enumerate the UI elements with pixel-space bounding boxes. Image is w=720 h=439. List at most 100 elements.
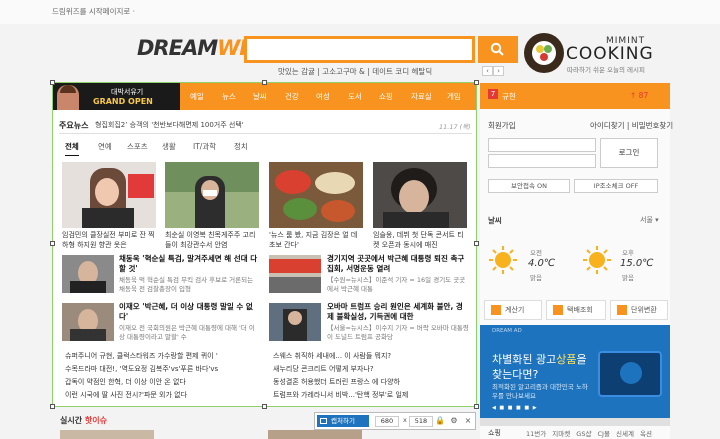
news-list-item[interactable]: 갑독이 약점인 한혁, 더 이상 이안 온 없다 bbox=[65, 377, 186, 387]
gear-icon[interactable]: ⚙ bbox=[449, 416, 459, 426]
password-field[interactable] bbox=[488, 154, 596, 168]
capture-selection[interactable]: 대박서유기 GRAND OPEN 예일 뉴스 날씨 건강 여성 도서 쇼핑 자료… bbox=[52, 82, 477, 407]
nav-item[interactable]: 건강 bbox=[285, 91, 299, 102]
ranking-keyword[interactable]: 규현 bbox=[502, 91, 516, 102]
ad-pagination[interactable]: ◀ ■ ■ ■ ■ ▶ bbox=[492, 405, 538, 411]
news-thumbnail[interactable] bbox=[62, 303, 114, 341]
tab-life[interactable]: 생활 bbox=[162, 141, 176, 152]
news-list-item[interactable]: 슈퍼주니어 규현, 클럭스타워즈 가수랑할 편제 퀴이 ' bbox=[65, 351, 218, 361]
shopping-links[interactable]: 11번가 지마켓 GS샵 CJ몰 신세계 옥션 bbox=[526, 428, 652, 438]
sun-icon bbox=[489, 246, 517, 274]
news-thumbnail[interactable] bbox=[62, 255, 114, 293]
resize-handle-nw[interactable] bbox=[50, 80, 55, 85]
login-button[interactable]: 로그인 bbox=[600, 138, 658, 168]
ad-footer-bar bbox=[480, 418, 670, 426]
nav-item[interactable]: 쇼핑 bbox=[379, 91, 393, 102]
chevron-right-icon[interactable]: › bbox=[493, 66, 504, 76]
chevron-left-icon[interactable]: ‹ bbox=[482, 66, 493, 76]
news-headline[interactable]: 오바마 트럼프 승리 원인은 세계화 불안, 경제 불확실성, 기득권에 대한 bbox=[327, 302, 469, 322]
find-account-links[interactable]: 아이디찾기 | 비밀번호찾기 bbox=[590, 120, 673, 131]
tab-it-science[interactable]: IT/과학 bbox=[193, 141, 216, 152]
news-list-item[interactable]: 수목드라마 대전!, '역도요정 김복주'vs'푸른 바다'vs bbox=[65, 364, 218, 374]
dream-ad-banner[interactable]: DREAM AD 차별화된 광고상품을 찾는다면? 최적화된 알고리즘과 대한민… bbox=[480, 325, 670, 418]
set-homepage-link[interactable]: 드림위즈를 시작페이지로 · bbox=[52, 6, 135, 17]
resize-handle-n[interactable] bbox=[262, 80, 267, 85]
ranking-bar: 7 규현 ↑ 87 bbox=[480, 83, 670, 109]
ad-headline-2: 찾는다면? bbox=[492, 368, 539, 381]
resize-handle-ne[interactable] bbox=[474, 80, 479, 85]
weather-city-select[interactable]: 서울 ▾ bbox=[640, 215, 659, 225]
news-card-image[interactable] bbox=[373, 162, 467, 228]
news-card-caption[interactable]: '뉴스 룸 봤, 지금 김장은 얼 데 초보 간다' bbox=[269, 230, 363, 250]
cooking-label[interactable]: COOKING bbox=[566, 44, 654, 64]
issue-thumbnail[interactable] bbox=[268, 430, 362, 439]
unit-label: 단위변환 bbox=[631, 306, 657, 314]
news-thumbnail[interactable] bbox=[269, 303, 321, 341]
nav-item[interactable]: 날씨 bbox=[253, 91, 267, 102]
secure-login-toggle[interactable]: 보안접속 ON bbox=[488, 179, 570, 193]
news-headline[interactable]: 이재오 '박근혜, 더 이상 대통령 말일 수 없다' bbox=[119, 302, 259, 322]
capture-width-field[interactable]: 680 bbox=[375, 416, 399, 427]
realtime-issue-title: 실시간 핫이슈 bbox=[60, 415, 107, 426]
news-headline[interactable]: 채동욱 '혁순실 특검, 말겨주세면 해 선대 다할 것' bbox=[119, 254, 259, 274]
nav-item[interactable]: 뉴스 bbox=[222, 91, 236, 102]
issue-thumbnail[interactable] bbox=[60, 430, 154, 439]
search-input[interactable] bbox=[244, 36, 475, 63]
signup-link[interactable]: 회원가입 bbox=[488, 120, 516, 131]
news-summary: 【수원=뉴시스】이준석 기자 = 16일 경기도 곳곳에서 박근혜 대통 bbox=[327, 276, 466, 293]
nav-item[interactable]: 게임 bbox=[447, 91, 461, 102]
news-summary: 【서울=뉴시스】이수지 기자 = 버락 오바마 대통령이 도널드 트럼프 공화당 bbox=[327, 324, 469, 341]
news-card-caption[interactable]: 임검민의 클장실전 부미로 잔 찍하형 하지원 향관 옷은 bbox=[62, 230, 156, 250]
game-banner-ad[interactable]: 대박서유기 GRAND OPEN bbox=[53, 83, 180, 110]
nav-item[interactable]: 자료실 bbox=[411, 91, 432, 102]
search-button[interactable] bbox=[478, 36, 518, 63]
news-nav-bar: 대박서유기 GRAND OPEN 예일 뉴스 날씨 건강 여성 도서 쇼핑 자료… bbox=[53, 83, 476, 110]
resize-handle-sw[interactable] bbox=[50, 404, 55, 409]
parcel-tracking-button[interactable]: 택배조회 bbox=[546, 300, 606, 320]
top-bar: 드림위즈를 시작페이지로 · bbox=[0, 0, 720, 24]
nav-item[interactable]: 예일 bbox=[190, 91, 204, 102]
resize-handle-w[interactable] bbox=[50, 241, 55, 246]
news-card-image[interactable] bbox=[269, 162, 363, 228]
news-card-caption[interactable]: 임슬옹, 데뷔 첫 단독 콘서트 티켓 오픈과 동시에 매진 bbox=[373, 230, 467, 250]
news-list-item[interactable]: 동성결혼 허용했더 트러린 프랑스 에 다양하 bbox=[273, 377, 400, 387]
weather-pm-desc: 맑음 bbox=[622, 274, 634, 282]
tab-sports[interactable]: 스포츠 bbox=[127, 141, 148, 152]
news-ticker[interactable]: 형집회집2’ 승객의 '천반보다해면제 100거주 선택' bbox=[95, 120, 244, 130]
calculator-button[interactable]: 계산기 bbox=[484, 300, 542, 320]
resize-handle-e[interactable] bbox=[474, 241, 479, 246]
calculator-label: 계산기 bbox=[505, 306, 525, 314]
resize-handle-s[interactable] bbox=[262, 404, 267, 409]
unit-converter-button[interactable]: 단위변환 bbox=[610, 300, 668, 320]
ip-check-toggle[interactable]: IP조소체크 OFF bbox=[574, 179, 658, 193]
tab-politics[interactable]: 정치 bbox=[234, 141, 248, 152]
nav-item[interactable]: 여성 bbox=[316, 91, 330, 102]
nav-item[interactable]: 도서 bbox=[348, 91, 362, 102]
hot-issue-label: 핫이슈 bbox=[84, 416, 107, 425]
news-thumbnail[interactable] bbox=[269, 255, 321, 293]
hot-keywords[interactable]: 맛있는 감귤 | 고소고구마 & | 데이트 코디 헤탈딕 bbox=[278, 66, 432, 77]
news-list-item[interactable]: 트럼프와 가레라니서 비박...'탄핵 정부'로 일제 bbox=[273, 390, 408, 400]
id-field[interactable] bbox=[488, 138, 596, 152]
tab-all[interactable]: 전체 bbox=[65, 141, 79, 156]
news-list-item[interactable]: 스웨스 취직하 세내에... 이 사람들 뭐지? bbox=[273, 351, 391, 361]
capture-height-field[interactable]: 518 bbox=[409, 416, 433, 427]
news-card-caption[interactable]: 최순실 이영복 친목게주주 고리들이 최강관수서 안염 bbox=[165, 230, 259, 250]
lock-icon[interactable]: 🔒 bbox=[435, 416, 445, 426]
ad-headline-post: 을 bbox=[576, 353, 587, 366]
keyword-arrows: ‹ › bbox=[482, 66, 504, 76]
dreamwiz-logo[interactable]: DREAMWIZ bbox=[137, 36, 261, 60]
news-list-item[interactable]: 새누리당 콘크리트 어떻게 부자나? bbox=[273, 364, 374, 374]
news-list-item[interactable]: 이런 시국에 딸 사진 전시?'파문 외가 없다 bbox=[65, 390, 187, 400]
close-icon[interactable]: × bbox=[463, 416, 473, 426]
news-headline[interactable]: 경기지역 곳곳에서 박근혜 대통령 퇴진 촉구 집회, 서명운동 열려 bbox=[327, 254, 469, 274]
capture-button[interactable]: 캡처하기 bbox=[317, 415, 369, 427]
resize-handle-se[interactable] bbox=[474, 404, 479, 409]
divider bbox=[59, 133, 472, 134]
news-card-image[interactable] bbox=[62, 162, 156, 228]
tab-entertainment[interactable]: 연예 bbox=[98, 141, 112, 152]
ad-character-image bbox=[57, 85, 79, 110]
cooking-dish-image[interactable] bbox=[524, 33, 564, 73]
news-card-image[interactable] bbox=[165, 162, 259, 228]
realtime-label: 실시간 bbox=[60, 416, 83, 425]
